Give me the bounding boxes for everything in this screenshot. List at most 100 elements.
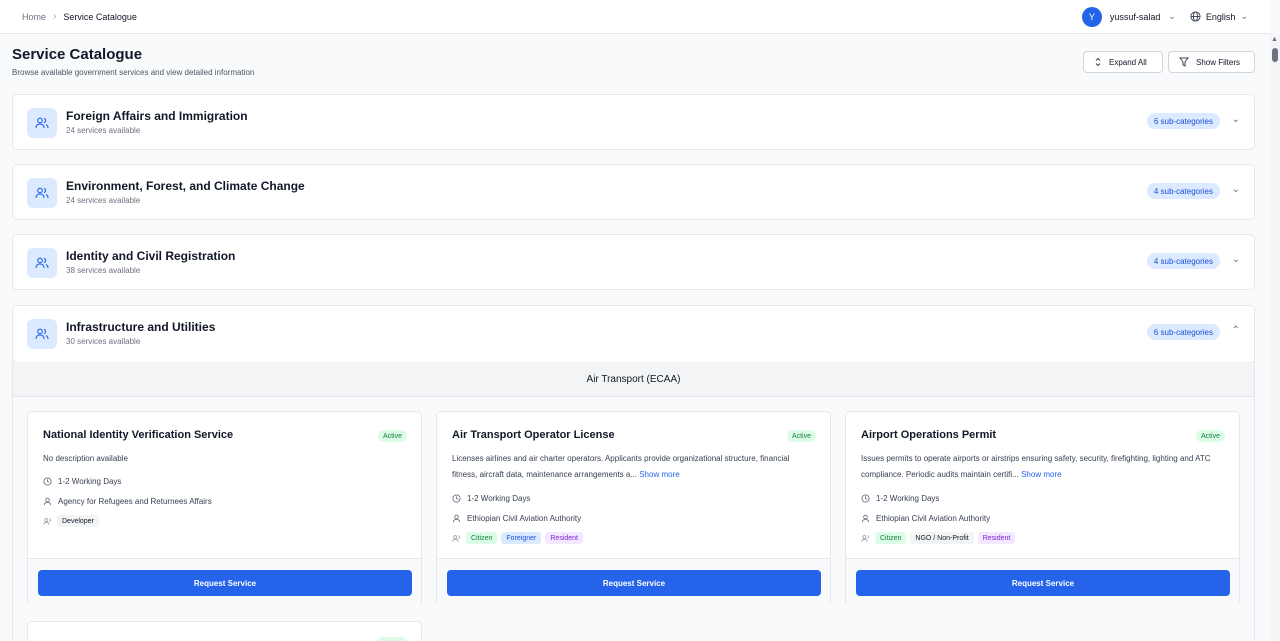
- service-description: No description available: [43, 451, 408, 467]
- subcategory-badge: 4 sub-categories: [1146, 253, 1220, 269]
- chevron-down-icon[interactable]: ⌄: [1168, 11, 1176, 22]
- card-footer: Request Service: [28, 558, 421, 607]
- chevron-up-icon[interactable]: ⌃: [1232, 325, 1240, 336]
- category-name: Foreign Affairs and Immigration: [66, 109, 248, 123]
- time-text: 1-2 Working Days: [467, 494, 531, 503]
- category-name: Identity and Civil Registration: [66, 249, 236, 263]
- users-icon: [43, 517, 51, 525]
- status-badge: [377, 637, 407, 641]
- service-agency: Agency for Refugees and Returnees Affair…: [43, 497, 212, 506]
- service-title: National Identity Verification Service: [43, 429, 234, 441]
- clock-icon: [452, 494, 461, 503]
- show-more-link[interactable]: Show more: [1021, 470, 1061, 479]
- globe-icon: [1190, 11, 1201, 22]
- service-time: 1-2 Working Days: [861, 494, 939, 503]
- breadcrumb-home[interactable]: Home: [22, 12, 46, 22]
- service-agency: Ethiopian Civil Aviation Authority: [452, 514, 581, 523]
- audience-tag: Citizen: [466, 532, 498, 544]
- page-title: Service Catalogue: [12, 46, 143, 63]
- audience-tag: NGO / Non-Profit: [910, 532, 974, 544]
- users-icon: [27, 178, 57, 208]
- category-header[interactable]: Infrastructure and Utilities 30 services…: [13, 306, 1254, 362]
- service-card: Airport Operations Permit Active Issues …: [845, 411, 1240, 607]
- service-card-partial: [27, 621, 422, 641]
- user-icon: [43, 497, 52, 506]
- chevron-right-icon: ›: [53, 11, 57, 22]
- clock-icon: [43, 477, 52, 486]
- filter-icon: [1179, 57, 1189, 67]
- service-title: Air Transport Operator License: [452, 429, 615, 441]
- subcategory-badge: 6 sub-categories: [1146, 324, 1220, 340]
- category-name: Infrastructure and Utilities: [66, 320, 216, 334]
- users-icon: [27, 108, 57, 138]
- service-card: National Identity Verification Service A…: [27, 411, 422, 607]
- description-text: Licenses airlines and air charter operat…: [452, 454, 790, 479]
- agency-text: Ethiopian Civil Aviation Authority: [876, 514, 991, 523]
- audience-tags: Citizen Foreigner Resident: [452, 532, 584, 544]
- category-header-row[interactable]: Infrastructure and Utilities 30 services…: [13, 306, 1254, 362]
- agency-text: Agency for Refugees and Returnees Affair…: [58, 497, 212, 506]
- audience-tag: Developer: [57, 515, 99, 527]
- service-description: Issues permits to operate airports or ai…: [861, 451, 1226, 483]
- language-selector[interactable]: English ⌄: [1190, 11, 1248, 22]
- category-count: 38 services available: [66, 266, 141, 275]
- service-time: 1-2 Working Days: [452, 494, 530, 503]
- audience-tags: Developer: [43, 515, 99, 527]
- status-badge: Active: [377, 430, 407, 442]
- users-icon: [27, 319, 57, 349]
- subcategory-heading: Air Transport (ECAA): [13, 362, 1254, 397]
- page-subtitle: Browse available government services and…: [12, 68, 255, 77]
- category-panel[interactable]: Identity and Civil Registration 38 servi…: [12, 234, 1255, 290]
- service-time: 1-2 Working Days: [43, 477, 121, 486]
- status-badge: Active: [1195, 430, 1225, 442]
- users-icon: [861, 534, 869, 542]
- service-card: Air Transport Operator License Active Li…: [436, 411, 831, 607]
- request-service-button[interactable]: Request Service: [447, 570, 821, 596]
- chevron-down-icon[interactable]: ⌄: [1232, 254, 1240, 265]
- scrollbar-thumb[interactable]: [1272, 48, 1278, 62]
- audience-tag: Resident: [977, 532, 1016, 544]
- service-title: Airport Operations Permit: [861, 429, 997, 441]
- expand-icon: [1095, 57, 1101, 67]
- top-bar: Home › Service Catalogue Y yussuf-salad …: [0, 0, 1270, 34]
- chevron-down-icon[interactable]: ⌄: [1232, 184, 1240, 195]
- service-description: Licenses airlines and air charter operat…: [452, 451, 817, 483]
- clock-icon: [861, 494, 870, 503]
- breadcrumb: Home › Service Catalogue: [22, 11, 137, 22]
- agency-text: Ethiopian Civil Aviation Authority: [467, 514, 582, 523]
- scroll-up-icon[interactable]: ▲: [1271, 36, 1278, 43]
- audience-tag: Citizen: [875, 532, 907, 544]
- user-name[interactable]: yussuf-salad: [1110, 12, 1161, 22]
- scrollbar[interactable]: ▲: [1270, 34, 1280, 641]
- time-text: 1-2 Working Days: [58, 477, 122, 486]
- show-filters-button[interactable]: Show Filters: [1168, 51, 1255, 73]
- card-footer: Request Service: [437, 558, 830, 607]
- audience-tags: Citizen NGO / Non-Profit Resident: [861, 532, 1016, 544]
- description-text: No description available: [43, 454, 128, 463]
- avatar[interactable]: Y: [1081, 6, 1102, 27]
- breadcrumb-current: Service Catalogue: [63, 11, 137, 22]
- expand-all-label: Expand All: [1109, 57, 1147, 67]
- audience-tag: Foreigner: [501, 532, 542, 544]
- category-panel[interactable]: Environment, Forest, and Climate Change …: [12, 164, 1255, 220]
- subcategory-badge: 4 sub-categories: [1146, 183, 1220, 199]
- card-footer: Request Service: [846, 558, 1239, 607]
- request-service-button[interactable]: Request Service: [38, 570, 412, 596]
- expand-all-button[interactable]: Expand All: [1083, 51, 1163, 73]
- subcategory-badge: 6 sub-categories: [1146, 113, 1220, 129]
- audience-tag: Resident: [545, 532, 584, 544]
- users-icon: [452, 534, 460, 542]
- show-filters-label: Show Filters: [1196, 57, 1241, 67]
- category-panel[interactable]: Foreign Affairs and Immigration 24 servi…: [12, 94, 1255, 150]
- request-service-button[interactable]: Request Service: [856, 570, 1230, 596]
- status-badge: Active: [786, 430, 816, 442]
- category-count: 30 services available: [66, 337, 141, 346]
- category-count: 24 services available: [66, 196, 141, 205]
- show-more-link[interactable]: Show more: [639, 470, 679, 479]
- category-name: Environment, Forest, and Climate Change: [66, 179, 305, 193]
- chevron-down-icon[interactable]: ⌄: [1232, 114, 1240, 125]
- language-label: English: [1205, 11, 1236, 22]
- service-agency: Ethiopian Civil Aviation Authority: [861, 514, 990, 523]
- chevron-down-icon: ⌄: [1240, 11, 1248, 21]
- user-icon: [452, 514, 461, 523]
